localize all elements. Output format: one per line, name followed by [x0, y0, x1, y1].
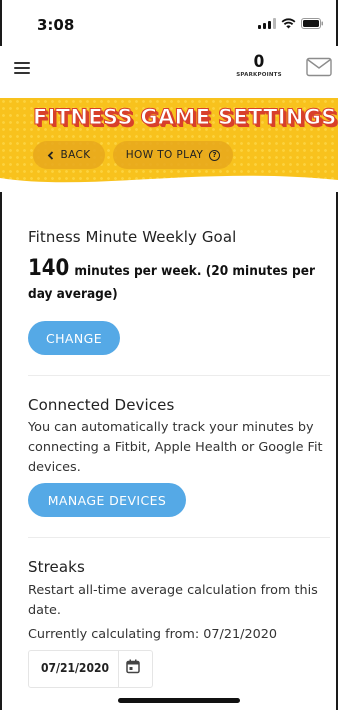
battery-icon	[301, 18, 324, 29]
sparkpoints-value: 0	[253, 52, 265, 72]
back-label: BACK	[60, 149, 91, 161]
goal-section-title: Fitness Minute Weekly Goal	[28, 228, 237, 246]
streak-date-picker[interactable]: 07/21/2020	[28, 650, 153, 688]
date-input-value[interactable]: 07/21/2020	[41, 661, 109, 675]
section-divider	[28, 537, 330, 538]
sparkpoints-counter[interactable]: 0 SPARKPOINTS	[232, 52, 286, 78]
devices-description: You can automatically track your minutes…	[28, 420, 323, 475]
app-header: 0 SPARKPOINTS	[0, 46, 338, 99]
section-divider	[28, 375, 330, 376]
devices-section-title: Connected Devices	[28, 396, 175, 414]
change-goal-button[interactable]: CHANGE	[28, 321, 120, 355]
streaks-description: Restart all-time average calculation fro…	[28, 583, 318, 618]
streaks-calculating-text: Currently calculating from: 07/21/2020	[28, 627, 278, 642]
banner-wave-edge	[0, 175, 338, 192]
settings-banner: FITNESS GAME SETTINGS BACK HOW TO PLAY ?	[0, 98, 338, 192]
calendar-icon[interactable]	[126, 659, 140, 674]
streaks-section-title: Streaks	[28, 558, 85, 576]
signal-icon	[258, 18, 276, 29]
page-title: FITNESS GAME SETTINGS	[33, 105, 337, 130]
back-button[interactable]: BACK	[33, 141, 105, 169]
menu-icon[interactable]	[14, 62, 30, 74]
wifi-icon	[281, 18, 296, 29]
chevron-left-icon	[48, 150, 54, 160]
status-icons	[258, 18, 324, 29]
how-to-play-label: HOW TO PLAY	[125, 149, 204, 161]
manage-devices-button[interactable]: MANAGE DEVICES	[28, 483, 186, 517]
goal-description: minutes per week. (20 minutes per day av…	[28, 263, 315, 302]
date-field-separator	[118, 651, 119, 687]
goal-summary: 140 minutes per week. (20 minutes per da…	[28, 258, 328, 305]
home-indicator[interactable]	[118, 698, 240, 703]
how-to-play-button[interactable]: HOW TO PLAY ?	[113, 141, 233, 169]
mail-icon[interactable]	[306, 57, 332, 81]
help-circle-icon: ?	[209, 149, 221, 161]
goal-minutes-value: 140	[28, 256, 70, 281]
status-bar: 3:08	[0, 0, 338, 46]
status-time: 3:08	[37, 16, 75, 34]
sparkpoints-label: SPARKPOINTS	[236, 72, 282, 78]
